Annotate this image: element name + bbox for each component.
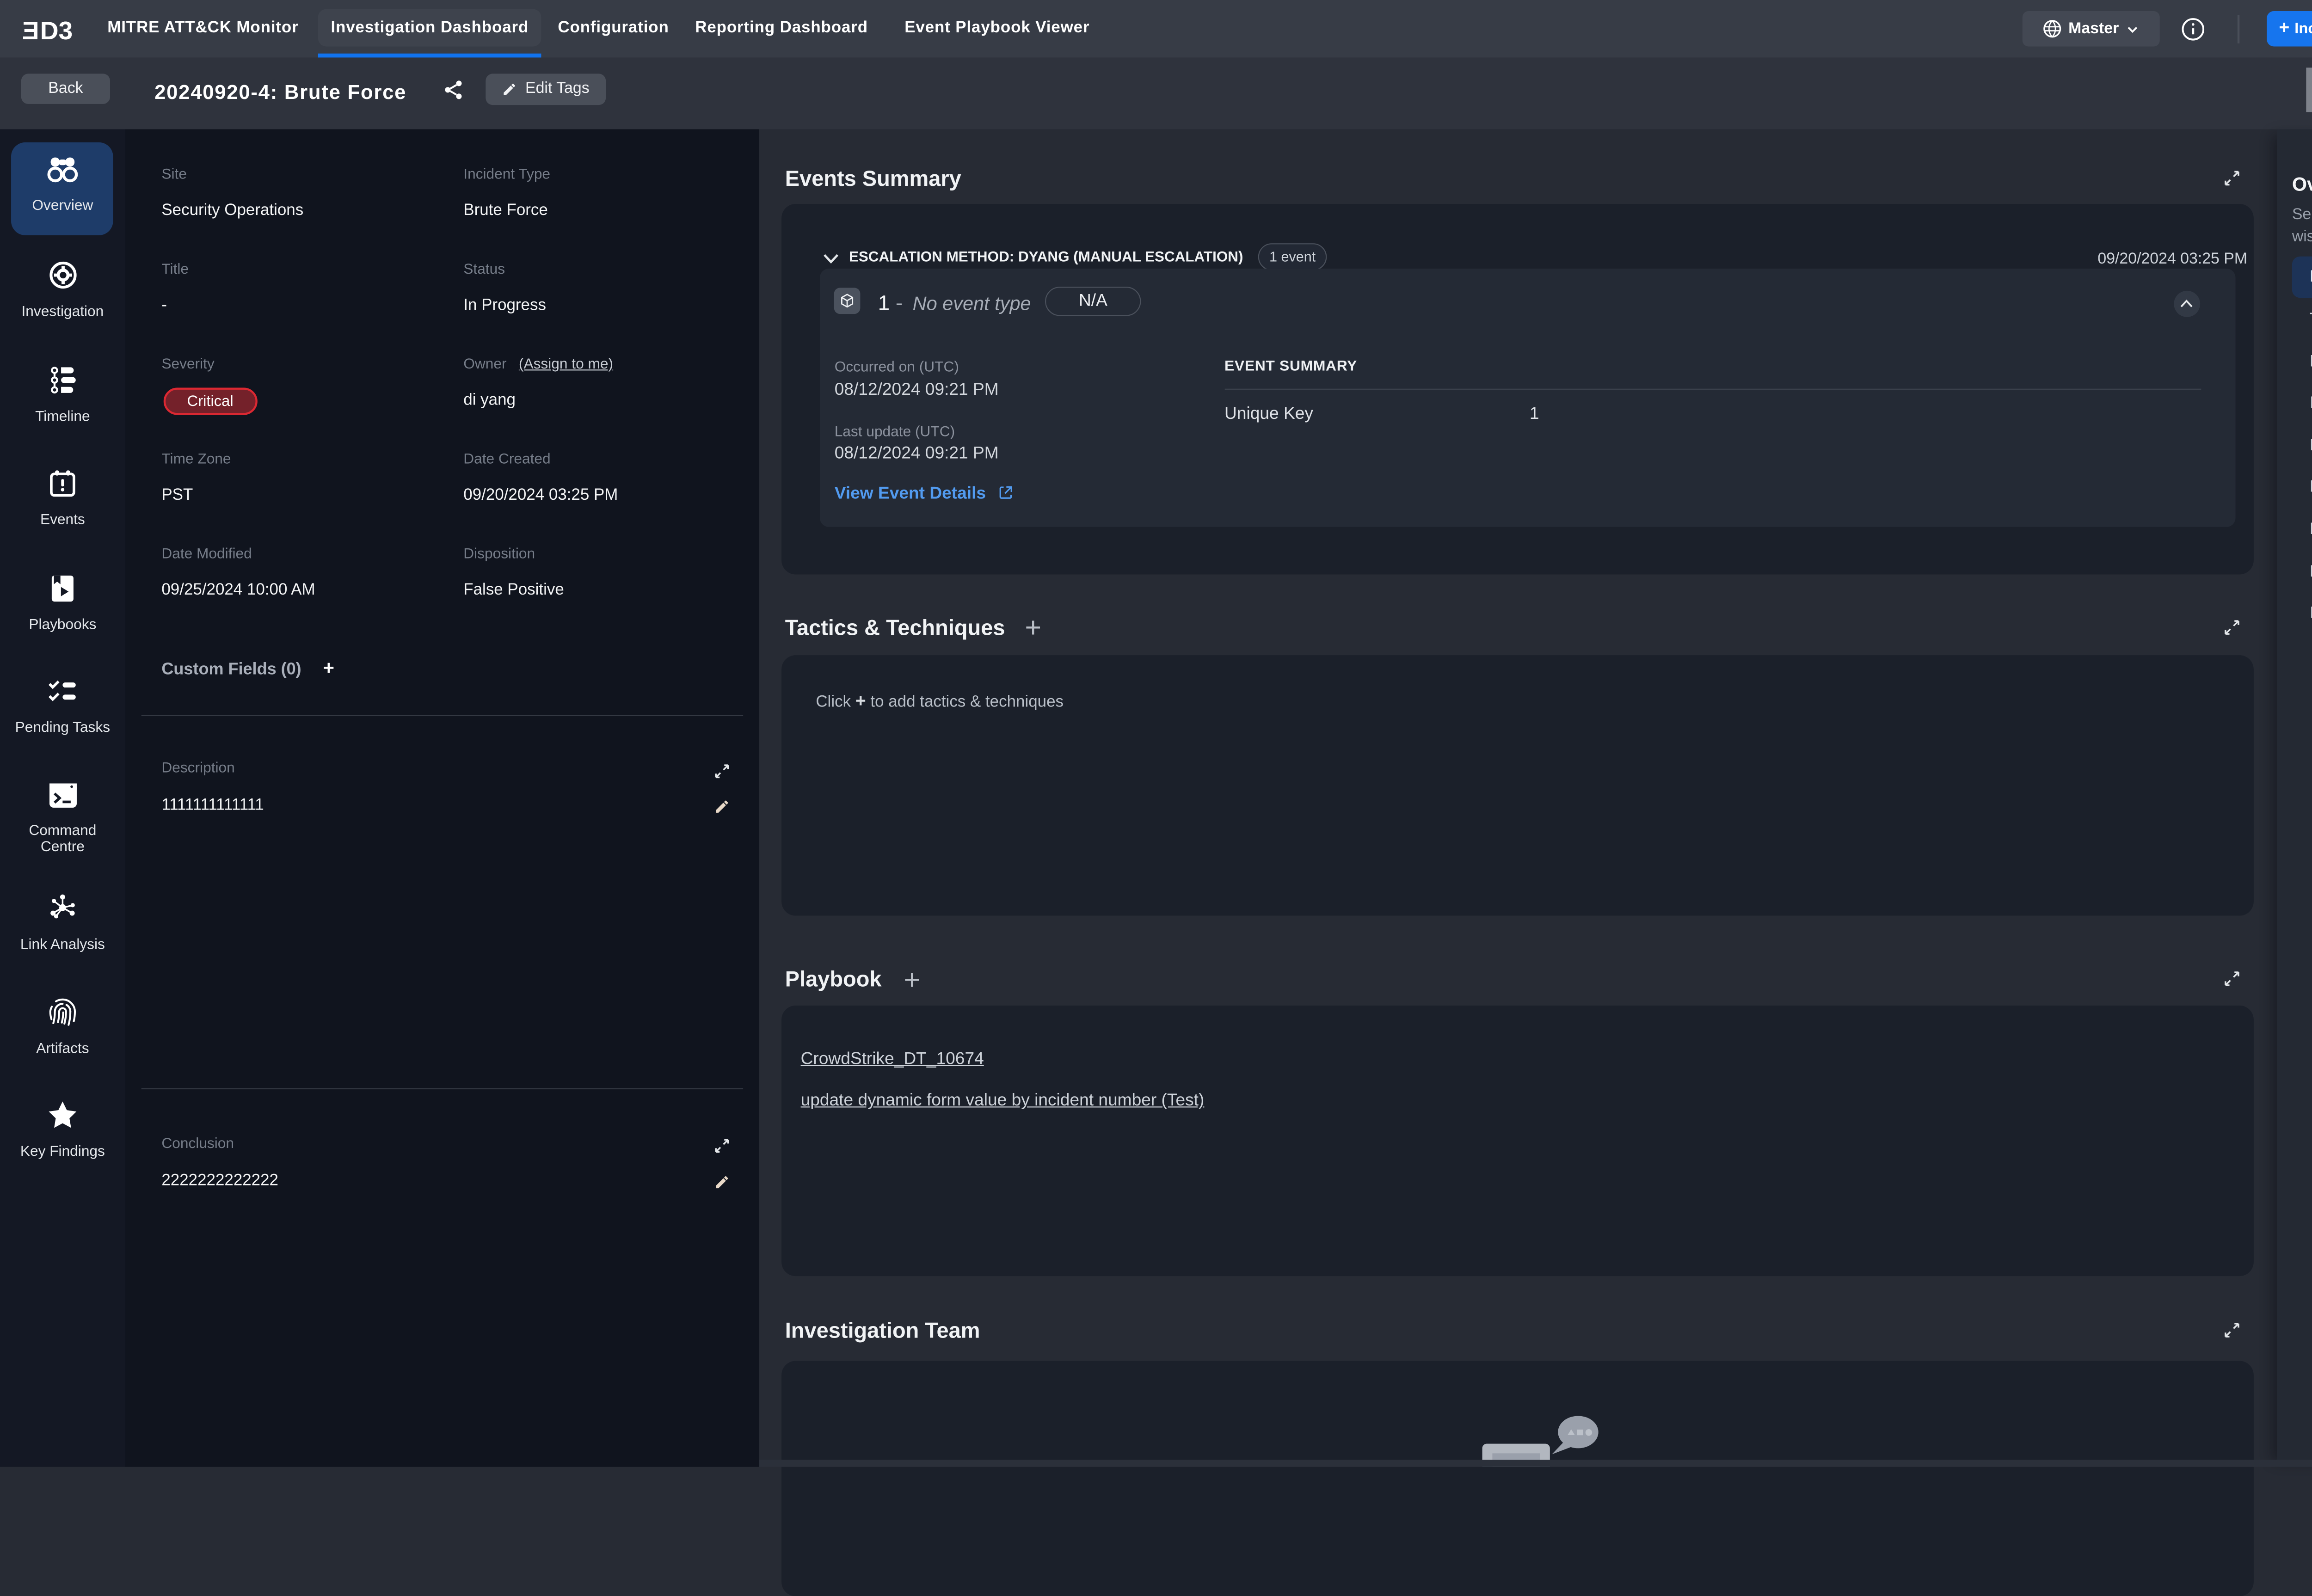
svg-text:E: E: [22, 16, 39, 43]
svg-text:D3: D3: [40, 16, 73, 43]
